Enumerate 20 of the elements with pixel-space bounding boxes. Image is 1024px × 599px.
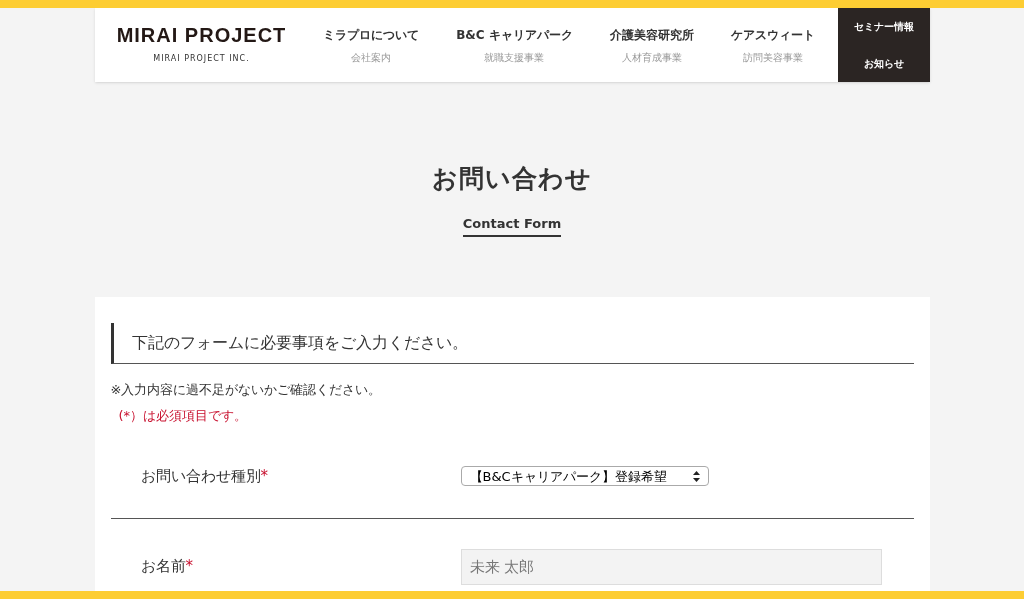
- required-note: (*）は必須項目です。: [118, 406, 249, 425]
- logo-subtitle: MIRAI PROJECT INC.: [153, 53, 250, 65]
- side-link[interactable]: お知らせ: [863, 56, 904, 71]
- side-link[interactable]: セミナー情報: [853, 19, 914, 34]
- logo-title[interactable]: MIRAI PROJECT: [116, 25, 287, 45]
- nav-link[interactable]: ミラプロについて 会社案内: [323, 25, 420, 65]
- required-mark: *: [185, 557, 193, 576]
- updown-icon: [692, 470, 700, 482]
- field-label: お問い合わせ種別: [140, 467, 261, 485]
- nav-link[interactable]: ケアスウィート 訪問美容事業: [730, 25, 815, 65]
- type-select[interactable]: 【B&Cキャリアパーク】登録希望: [460, 466, 709, 487]
- page-title: お問い合わせ: [432, 163, 592, 195]
- required-mark: *: [260, 467, 268, 485]
- nav-link[interactable]: 介護美容研究所 人材育成事業: [609, 25, 694, 65]
- field-label: お名前: [140, 557, 186, 576]
- page-subtitle: Contact Form: [462, 213, 562, 237]
- form-note: ※入力内容に過不足がないかご確認ください。: [110, 381, 383, 399]
- form-heading: 下記のフォームに必要事項をご入力ください。: [110, 323, 914, 364]
- name-field[interactable]: 未来 太郎: [460, 548, 882, 585]
- nav-link[interactable]: B&C キャリアパーク 就職支援事業: [456, 25, 573, 65]
